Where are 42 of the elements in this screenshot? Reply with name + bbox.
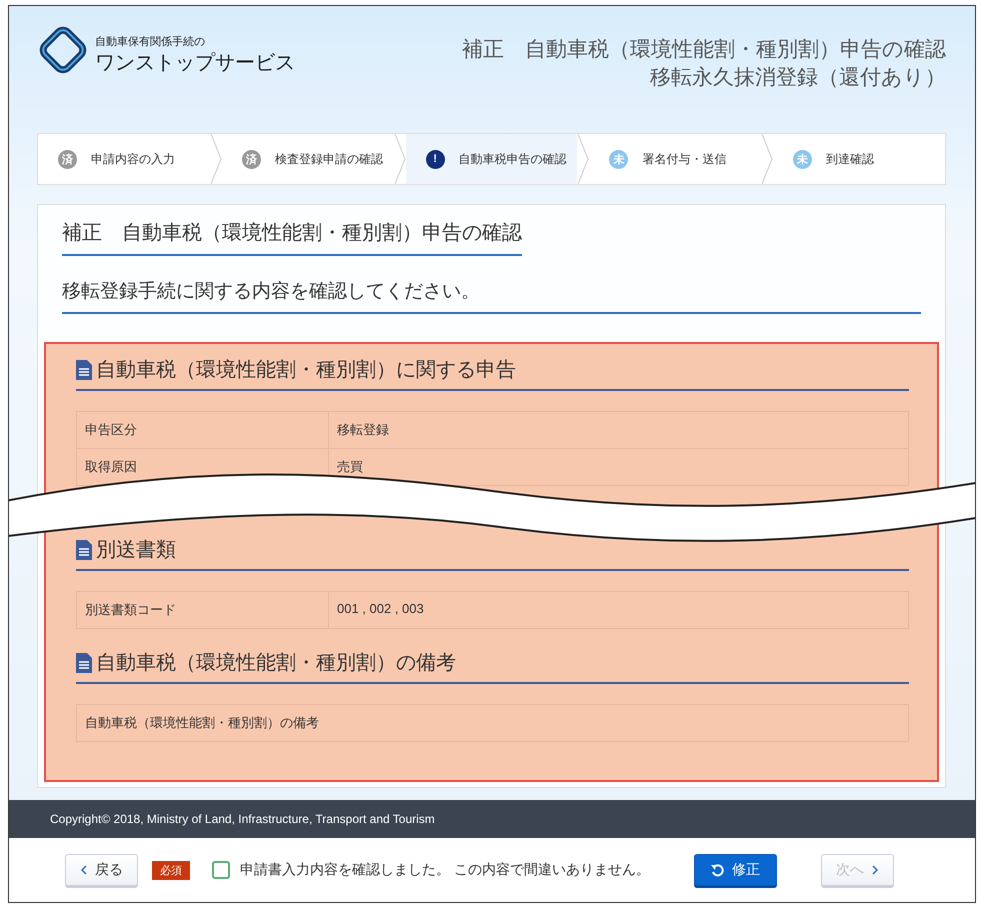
step-badge: 未 [609, 150, 628, 168]
document-icon [76, 360, 92, 380]
table-cell-text: 自動車税（環境性能割・種別割）の備考 [84, 714, 320, 732]
section-heading: 自動車税（環境性能割・種別割）の備考 [96, 651, 456, 676]
page-title: 補正 自動車税（環境性能割・種別割）申告の確認 [462, 37, 946, 63]
card-title: 補正 自動車税（環境性能割・種別割）申告の確認 [62, 219, 522, 256]
step-tab[interactable]: 未 署名付与・送信 [589, 134, 762, 184]
step-badge: 済 [58, 150, 77, 168]
section-heading: 自動車税（環境性能割・種別割）に関する申告 [96, 358, 516, 383]
chevron-separator [210, 134, 222, 184]
logo-icon [37, 24, 89, 76]
chevron-separator [761, 134, 774, 184]
confirm-checkbox[interactable] [212, 861, 230, 879]
undo-icon [710, 864, 724, 876]
step-tab[interactable]: 未 到達確認 [773, 134, 945, 184]
section-heading: 別送書類 [96, 538, 176, 563]
chevron-separator [577, 134, 590, 184]
page-title: 移転永久抹消登録（還付あり） [650, 65, 946, 91]
chevron-right-icon [872, 865, 879, 875]
table-cell: 申告区分 [77, 412, 329, 448]
card-subtitle: 移転登録手続に関する内容を確認してください。 [62, 256, 921, 314]
step-tab[interactable]: ! 自動車税申告の確認 [406, 134, 578, 184]
edit-button[interactable]: 修正 [694, 854, 777, 886]
table-cell-text: 001 , 002 , 003 [336, 600, 425, 618]
document-icon [76, 652, 92, 672]
logo-subtitle: 自動車保有関係手続の [95, 35, 206, 49]
required-badge: 必須 [152, 860, 190, 880]
back-button[interactable]: 戻る [65, 854, 138, 886]
copyright-text: Copyright© 2018, Ministry of Land, Infrastructure, Transport and Tourism [50, 812, 435, 826]
step-badge: 済 [242, 150, 261, 168]
document-icon [76, 540, 92, 560]
step-badge: ! [426, 150, 445, 168]
step-tab[interactable]: 済 検査登録申請の確認 [222, 134, 394, 184]
table-cell-text: 売買 [336, 458, 364, 476]
logo-title: ワンストップサービス [95, 51, 295, 76]
step-tab[interactable]: 済 申請内容の入力 [38, 134, 210, 184]
chevron-left-icon [80, 865, 87, 875]
table-cell: 別送書類コード [77, 592, 329, 628]
step-badge: 未 [793, 150, 812, 168]
chevron-separator [394, 134, 406, 184]
confirm-label[interactable]: 申請書入力内容を確認しました。 この内容で間違いありません。 [240, 861, 650, 879]
table-cell-text: 移転登録 [336, 421, 390, 439]
